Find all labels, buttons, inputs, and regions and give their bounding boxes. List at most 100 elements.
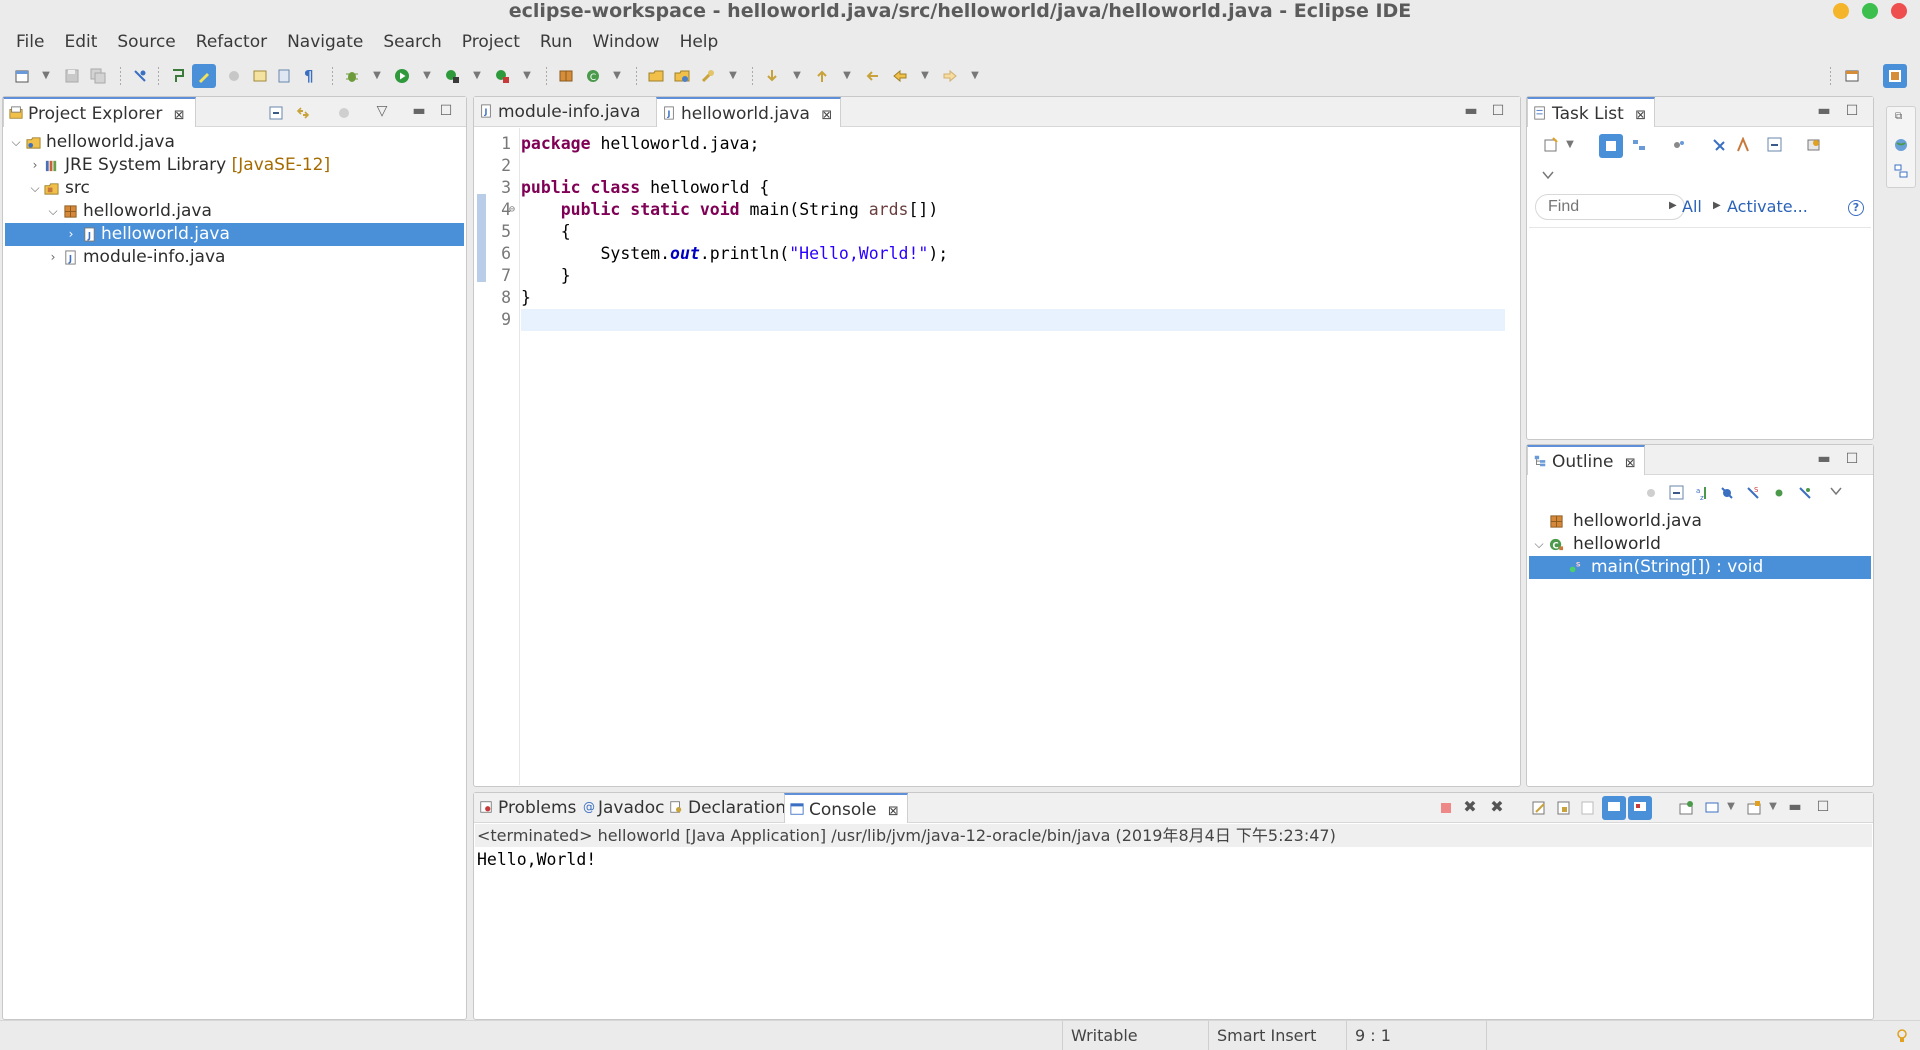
word-wrap-icon[interactable] bbox=[1580, 800, 1596, 816]
debug-dropdown-icon[interactable]: ▼ bbox=[372, 68, 382, 84]
previous-annotation-dropdown-icon[interactable]: ▼ bbox=[842, 68, 852, 84]
close-icon[interactable]: ⊠ bbox=[174, 108, 185, 123]
tree-item-java-file-selected[interactable]: › J helloworld.java bbox=[5, 223, 464, 246]
new-task-dropdown-icon[interactable]: ▼ bbox=[1565, 137, 1575, 153]
menu-search[interactable]: Search bbox=[373, 32, 451, 52]
globe-icon[interactable] bbox=[1893, 137, 1909, 153]
external-tools-dropdown-icon[interactable]: ▼ bbox=[522, 68, 532, 84]
task-list-content[interactable] bbox=[1529, 227, 1871, 437]
new-task-icon[interactable] bbox=[1543, 137, 1559, 153]
repository-icon[interactable] bbox=[1806, 137, 1822, 153]
forward-icon[interactable] bbox=[942, 68, 958, 84]
last-edit-location-icon[interactable] bbox=[864, 68, 880, 84]
hierarchy-icon[interactable] bbox=[1893, 163, 1909, 179]
menu-window[interactable]: Window bbox=[583, 32, 670, 52]
remove-all-terminated-icon[interactable]: ✖ bbox=[1490, 799, 1504, 815]
previous-annotation-icon[interactable] bbox=[814, 68, 830, 84]
tree-item-jre-library[interactable]: › JRE System Library [JavaSE-12] bbox=[5, 154, 464, 177]
pin-console-icon[interactable] bbox=[1678, 800, 1694, 816]
show-on-stdout-button[interactable] bbox=[1602, 796, 1626, 820]
tree-item-package[interactable]: ⌵ helloworld.java bbox=[5, 200, 464, 223]
close-icon[interactable]: ⊠ bbox=[1625, 456, 1636, 471]
all-tasks-link[interactable]: All bbox=[1682, 197, 1702, 216]
hide-non-public-icon[interactable] bbox=[1771, 485, 1787, 501]
clear-console-icon[interactable] bbox=[1531, 800, 1547, 816]
close-icon[interactable]: ⊠ bbox=[821, 108, 832, 123]
maximize-icon[interactable]: ☐ bbox=[1845, 103, 1859, 119]
tab-module-info[interactable]: J module-info.java bbox=[474, 97, 654, 127]
chevron-right-icon[interactable]: › bbox=[47, 246, 59, 269]
next-annotation-down-icon[interactable] bbox=[764, 68, 780, 84]
remove-launch-icon[interactable]: ✖ bbox=[1463, 799, 1477, 815]
open-type-icon[interactable] bbox=[648, 68, 664, 84]
show-on-stderr-button[interactable] bbox=[1628, 796, 1652, 820]
hide-static-icon[interactable]: S bbox=[1745, 485, 1761, 501]
focus-workweek-icon[interactable] bbox=[1735, 137, 1751, 153]
close-icon[interactable]: ⊠ bbox=[888, 804, 899, 819]
collapse-all-icon[interactable] bbox=[1767, 137, 1783, 153]
new-java-class-icon[interactable]: C bbox=[585, 68, 601, 84]
minimize-icon[interactable]: ▬ bbox=[1788, 799, 1802, 815]
external-tools-icon[interactable] bbox=[494, 68, 510, 84]
synchronize-icon[interactable] bbox=[1671, 137, 1687, 153]
tab-project-explorer[interactable]: Project Explorer ⊠ bbox=[3, 97, 196, 127]
activate-task-link[interactable]: Activate... bbox=[1727, 197, 1808, 216]
save-all-icon[interactable] bbox=[90, 68, 106, 84]
tab-declaration[interactable]: Declaration bbox=[664, 793, 786, 823]
maximize-icon[interactable]: ☐ bbox=[1845, 451, 1859, 467]
focus-on-task-icon[interactable] bbox=[1643, 485, 1659, 501]
outline-item-package[interactable]: helloworld.java bbox=[1529, 510, 1871, 533]
status-insert-mode[interactable]: Smart Insert bbox=[1208, 1021, 1354, 1050]
maximize-icon[interactable]: ☐ bbox=[1816, 799, 1830, 815]
search-dropdown-icon[interactable]: ▼ bbox=[728, 68, 738, 84]
tab-outline[interactable]: Outline ⊠ bbox=[1527, 445, 1645, 475]
run-icon[interactable] bbox=[394, 68, 410, 84]
toggle-mark-occurrences-button[interactable] bbox=[192, 64, 216, 88]
maximize-icon[interactable]: ☐ bbox=[1491, 103, 1505, 119]
minimize-icon[interactable]: ▬ bbox=[1464, 103, 1478, 119]
show-source-icon[interactable] bbox=[276, 68, 292, 84]
coverage-dropdown-icon[interactable]: ▼ bbox=[472, 68, 482, 84]
sort-icon[interactable]: az bbox=[1693, 485, 1709, 501]
new-dropdown-icon[interactable]: ▼ bbox=[41, 68, 51, 84]
search-icon[interactable] bbox=[700, 68, 716, 84]
open-console-icon[interactable] bbox=[1746, 800, 1762, 816]
menu-project[interactable]: Project bbox=[452, 32, 530, 52]
close-window-button[interactable] bbox=[1891, 3, 1907, 19]
debug-icon[interactable] bbox=[344, 68, 360, 84]
collapse-all-icon[interactable] bbox=[269, 105, 283, 121]
tree-item-module-info[interactable]: › J module-info.java bbox=[5, 246, 464, 269]
tree-item-project[interactable]: ⌵ helloworld.java bbox=[5, 131, 464, 154]
next-annotation-icon[interactable] bbox=[170, 68, 186, 84]
scroll-lock-icon[interactable] bbox=[1556, 800, 1572, 816]
fold-toggle-icon[interactable]: ⊖ bbox=[509, 199, 515, 221]
open-task-icon[interactable] bbox=[674, 68, 690, 84]
help-icon[interactable]: ? bbox=[1848, 200, 1864, 216]
hide-local-types-icon[interactable] bbox=[1797, 485, 1813, 501]
collapse-all-icon[interactable] bbox=[1669, 485, 1685, 501]
new-java-package-icon[interactable] bbox=[558, 68, 574, 84]
tab-console[interactable]: Console ⊠ bbox=[784, 793, 908, 823]
save-icon[interactable] bbox=[64, 68, 80, 84]
menu-run[interactable]: Run bbox=[530, 32, 583, 52]
open-perspective-icon[interactable] bbox=[1844, 68, 1860, 84]
console-view[interactable]: <terminated> helloworld [Java Applicatio… bbox=[475, 824, 1872, 1018]
back-dropdown-icon[interactable]: ▼ bbox=[920, 68, 930, 84]
skip-breakpoints-icon[interactable] bbox=[132, 68, 148, 84]
menu-source[interactable]: Source bbox=[107, 32, 185, 52]
outline-item-method-selected[interactable]: S main(String[]) : void bbox=[1529, 556, 1871, 579]
restore-icon[interactable]: ⧉ bbox=[1895, 111, 1902, 122]
terminate-icon[interactable] bbox=[1439, 801, 1453, 815]
hide-fields-icon[interactable] bbox=[1719, 485, 1735, 501]
display-console-dropdown-icon[interactable]: ▼ bbox=[1726, 799, 1736, 815]
back-icon[interactable] bbox=[892, 68, 908, 84]
run-dropdown-icon[interactable]: ▼ bbox=[422, 68, 432, 84]
tree-item-src[interactable]: ⌵ src bbox=[5, 177, 464, 200]
new-java-class-dropdown-icon[interactable]: ▼ bbox=[612, 68, 622, 84]
filter-icon[interactable] bbox=[337, 105, 351, 121]
minimize-icon[interactable]: ▬ bbox=[412, 103, 426, 119]
tab-javadoc[interactable]: @ Javadoc bbox=[578, 793, 664, 823]
coverage-icon[interactable] bbox=[444, 68, 460, 84]
whitespace-icon[interactable]: ¶ bbox=[304, 68, 320, 84]
task-find-input[interactable] bbox=[1535, 194, 1685, 220]
